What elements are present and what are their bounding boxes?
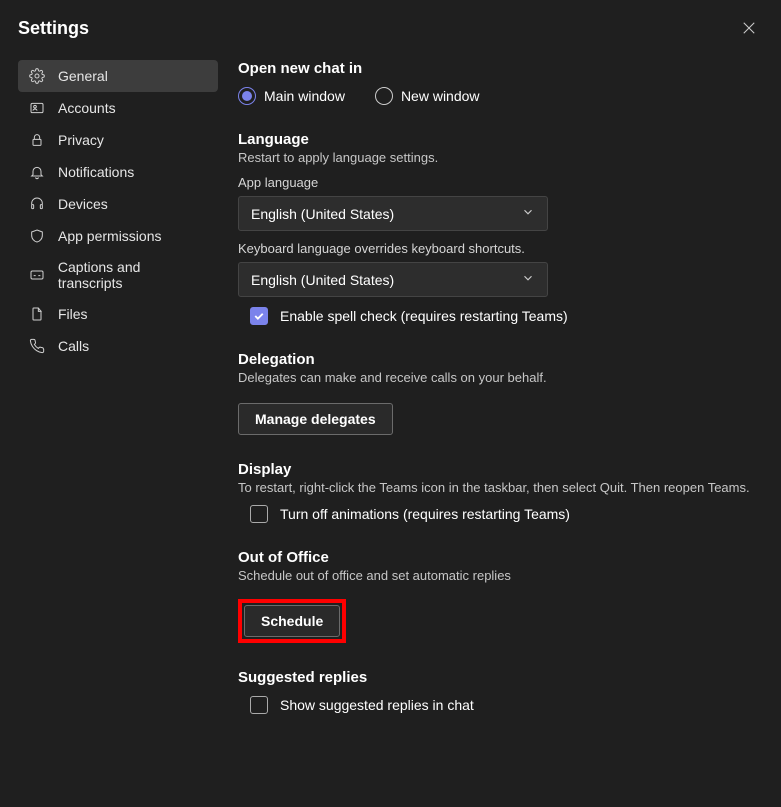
phone-icon: [28, 337, 46, 355]
manage-delegates-button[interactable]: Manage delegates: [238, 403, 393, 435]
suggested-title: Suggested replies: [238, 669, 753, 686]
sidebar-item-accounts[interactable]: Accounts: [18, 92, 218, 124]
bell-icon: [28, 163, 46, 181]
sidebar-item-general[interactable]: General: [18, 60, 218, 92]
radio-label: Main window: [264, 88, 345, 104]
language-title: Language: [238, 131, 753, 148]
settings-window: Settings General Accounts Privacy Notifi…: [0, 0, 781, 807]
headset-icon: [28, 195, 46, 213]
lock-icon: [28, 131, 46, 149]
open-chat-radio-group: Main window New window: [238, 87, 753, 105]
page-title: Settings: [18, 18, 89, 39]
radio-new-window[interactable]: New window: [375, 87, 480, 105]
sidebar-item-calls[interactable]: Calls: [18, 330, 218, 362]
sidebar-item-privacy[interactable]: Privacy: [18, 124, 218, 156]
animations-label: Turn off animations (requires restarting…: [280, 506, 570, 522]
select-value: English (United States): [251, 206, 394, 222]
schedule-button[interactable]: Schedule: [244, 605, 340, 637]
animations-row: Turn off animations (requires restarting…: [250, 505, 753, 523]
suggested-label: Show suggested replies in chat: [280, 697, 474, 713]
sidebar-item-label: Privacy: [58, 132, 104, 148]
sidebar-item-app-permissions[interactable]: App permissions: [18, 220, 218, 252]
sidebar-item-devices[interactable]: Devices: [18, 188, 218, 220]
radio-icon: [238, 87, 256, 105]
suggested-row: Show suggested replies in chat: [250, 696, 753, 714]
suggested-replies-section: Suggested replies Show suggested replies…: [238, 669, 753, 714]
sidebar-item-label: Notifications: [58, 164, 134, 180]
out-of-office-section: Out of Office Schedule out of office and…: [238, 549, 753, 643]
body: General Accounts Privacy Notifications D…: [18, 60, 763, 807]
sidebar-item-label: Files: [58, 306, 88, 322]
gear-icon: [28, 67, 46, 85]
language-sub: Restart to apply language settings.: [238, 150, 753, 165]
app-language-label: App language: [238, 175, 753, 190]
open-chat-section: Open new chat in Main window New window: [238, 60, 753, 105]
delegation-sub: Delegates can make and receive calls on …: [238, 370, 753, 385]
spellcheck-row: Enable spell check (requires restarting …: [250, 307, 753, 325]
spellcheck-checkbox[interactable]: [250, 307, 268, 325]
keyboard-language-label: Keyboard language overrides keyboard sho…: [238, 241, 753, 256]
sidebar-item-files[interactable]: Files: [18, 298, 218, 330]
open-chat-title: Open new chat in: [238, 60, 753, 77]
display-title: Display: [238, 461, 753, 478]
close-button[interactable]: [735, 14, 763, 42]
captions-icon: [28, 266, 46, 284]
delegation-section: Delegation Delegates can make and receiv…: [238, 351, 753, 435]
ooo-title: Out of Office: [238, 549, 753, 566]
sidebar-item-label: General: [58, 68, 108, 84]
app-language-select[interactable]: English (United States): [238, 196, 548, 231]
select-value: English (United States): [251, 272, 394, 288]
radio-label: New window: [401, 88, 480, 104]
close-icon: [742, 21, 756, 35]
ooo-sub: Schedule out of office and set automatic…: [238, 568, 753, 583]
sidebar-item-label: Calls: [58, 338, 89, 354]
suggested-checkbox[interactable]: [250, 696, 268, 714]
sidebar-item-label: Accounts: [58, 100, 116, 116]
sidebar-item-label: Captions and transcripts: [58, 259, 208, 291]
display-sub: To restart, right-click the Teams icon i…: [238, 480, 753, 495]
sidebar-item-label: App permissions: [58, 228, 162, 244]
sidebar-item-notifications[interactable]: Notifications: [18, 156, 218, 188]
sidebar-item-label: Devices: [58, 196, 108, 212]
chevron-down-icon: [521, 205, 535, 222]
content: Open new chat in Main window New window …: [238, 60, 763, 807]
radio-main-window[interactable]: Main window: [238, 87, 345, 105]
highlight-box: Schedule: [238, 599, 346, 643]
radio-icon: [375, 87, 393, 105]
shield-icon: [28, 227, 46, 245]
keyboard-language-select[interactable]: English (United States): [238, 262, 548, 297]
spellcheck-label: Enable spell check (requires restarting …: [280, 308, 568, 324]
language-section: Language Restart to apply language setti…: [238, 131, 753, 325]
file-icon: [28, 305, 46, 323]
person-card-icon: [28, 99, 46, 117]
animations-checkbox[interactable]: [250, 505, 268, 523]
display-section: Display To restart, right-click the Team…: [238, 461, 753, 523]
sidebar: General Accounts Privacy Notifications D…: [18, 60, 218, 807]
titlebar: Settings: [18, 14, 763, 42]
chevron-down-icon: [521, 271, 535, 288]
delegation-title: Delegation: [238, 351, 753, 368]
sidebar-item-captions[interactable]: Captions and transcripts: [18, 252, 218, 298]
